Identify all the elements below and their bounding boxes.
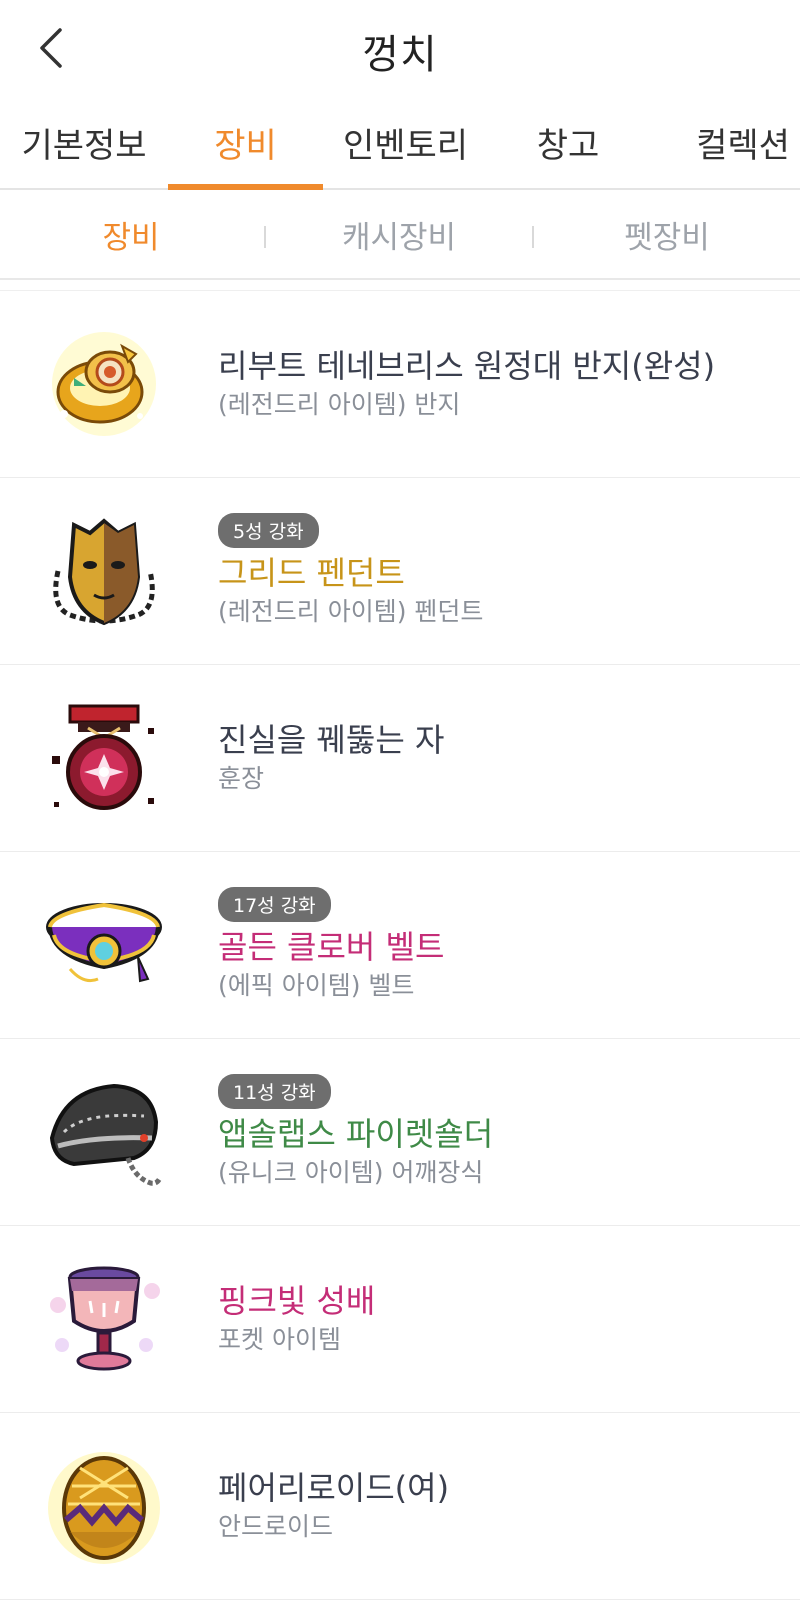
item-type: (에픽 아이템) 벨트 xyxy=(218,970,415,1000)
subtab-pet-equipment[interactable]: 펫장비 xyxy=(534,190,800,278)
belt-icon xyxy=(44,885,164,1005)
list-item[interactable]: 진실을 꿰뚫는 자 훈장 xyxy=(0,665,800,852)
item-name: 앱솔랩스 파이렛숄더 xyxy=(218,1114,494,1153)
tab-collection[interactable]: 컬렉션 xyxy=(648,96,800,188)
item-type: 훈장 xyxy=(218,764,265,793)
item-name: 핑크빛 성배 xyxy=(218,1282,376,1320)
subtab-cash-equipment[interactable]: 캐시장비 xyxy=(266,190,532,278)
section-divider xyxy=(0,280,800,291)
golden-ring-icon xyxy=(44,324,164,444)
header: 껑치 xyxy=(0,0,800,96)
tab-equipment[interactable]: 장비 xyxy=(168,96,323,188)
list-item[interactable]: 핑크빛 성배 포켓 아이템 xyxy=(0,1226,800,1413)
list-item[interactable]: 리부트 테네브리스 원정대 반지(완성) (레전드리 아이템) 반지 xyxy=(0,291,800,478)
item-type: (유니크 아이템) 어깨장식 xyxy=(218,1157,484,1187)
equipment-list: 리부트 테네브리스 원정대 반지(완성) (레전드리 아이템) 반지 5성 강화… xyxy=(0,291,800,1600)
star-force-badge: 11성 강화 xyxy=(218,1073,331,1109)
item-info: 5성 강화 그리드 펜던트 (레전드리 아이템) 펜던트 xyxy=(218,478,790,664)
item-info: 17성 강화 골든 클로버 벨트 (에픽 아이템) 벨트 xyxy=(218,852,790,1038)
item-info: 페어리로이드(여) 안드로이드 xyxy=(218,1413,790,1599)
item-type: (레전드리 아이템) 반지 xyxy=(218,390,461,419)
golden-egg-icon xyxy=(44,1446,164,1566)
item-name: 리부트 테네브리스 원정대 반지(완성) xyxy=(218,347,716,385)
list-item[interactable]: 페어리로이드(여) 안드로이드 xyxy=(0,1413,800,1600)
item-info: 리부트 테네브리스 원정대 반지(완성) (레전드리 아이템) 반지 xyxy=(218,291,790,477)
item-type: 안드로이드 xyxy=(218,1512,334,1541)
medal-icon xyxy=(44,698,164,818)
item-name: 그리드 펜던트 xyxy=(218,553,405,592)
list-item[interactable]: 17성 강화 골든 클로버 벨트 (에픽 아이템) 벨트 xyxy=(0,852,800,1039)
tab-inventory[interactable]: 인벤토리 xyxy=(323,96,488,188)
item-info: 진실을 꿰뚫는 자 훈장 xyxy=(218,665,790,851)
subtab-equipment[interactable]: 장비 xyxy=(0,190,262,278)
item-name: 페어리로이드(여) xyxy=(218,1469,450,1507)
item-name: 진실을 꿰뚫는 자 xyxy=(218,721,445,759)
item-type: (레전드리 아이템) 펜던트 xyxy=(218,596,484,626)
item-name: 골든 클로버 벨트 xyxy=(218,927,445,966)
sub-tab-bar: 장비 캐시장비 펫장비 xyxy=(0,190,800,280)
star-force-badge: 17성 강화 xyxy=(218,886,331,922)
item-info: 핑크빛 성배 포켓 아이템 xyxy=(218,1226,790,1412)
item-type: 포켓 아이템 xyxy=(218,1325,341,1354)
list-item[interactable]: 11성 강화 앱솔랩스 파이렛숄더 (유니크 아이템) 어깨장식 xyxy=(0,1039,800,1226)
shoulder-icon xyxy=(44,1072,164,1192)
list-item[interactable]: 5성 강화 그리드 펜던트 (레전드리 아이템) 펜던트 xyxy=(0,478,800,665)
main-tab-bar: 기본정보 장비 인벤토리 창고 컬렉션 xyxy=(0,96,800,190)
tab-storage[interactable]: 창고 xyxy=(488,96,648,188)
goblet-icon xyxy=(44,1259,164,1379)
page-title: 껑치 xyxy=(362,32,438,78)
mask-pendant-icon xyxy=(44,511,164,631)
tab-basic-info[interactable]: 기본정보 xyxy=(0,96,168,188)
item-info: 11성 강화 앱솔랩스 파이렛숄더 (유니크 아이템) 어깨장식 xyxy=(218,1039,790,1225)
star-force-badge: 5성 강화 xyxy=(218,512,319,548)
